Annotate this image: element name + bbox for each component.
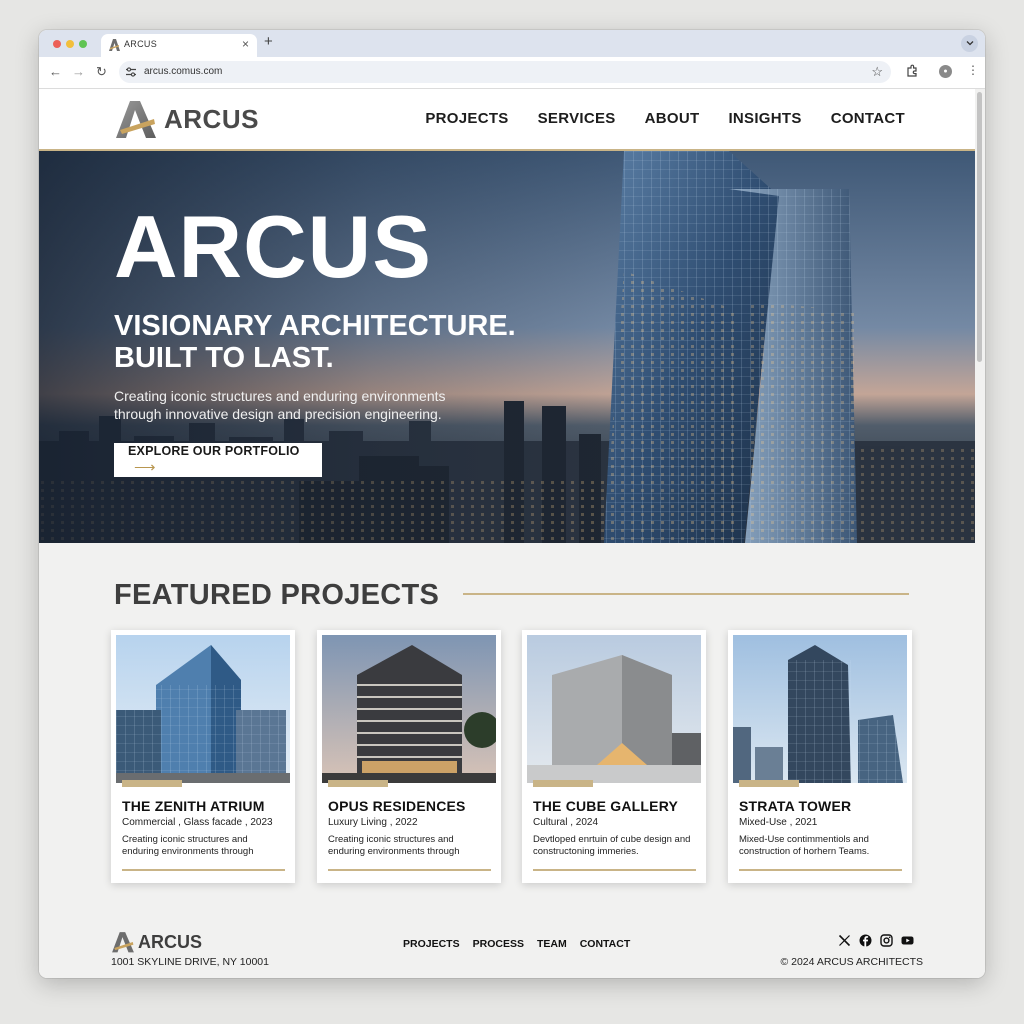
nav-contact[interactable]: CONTACT xyxy=(831,110,905,127)
profile-avatar[interactable]: ● xyxy=(939,65,952,78)
reload-button[interactable]: ↻ xyxy=(96,64,107,80)
project-title: THE CUBE GALLERY xyxy=(533,798,679,814)
copyright-text: © 2024 ARCUS ARCHITECTS xyxy=(780,956,923,968)
nav-insights[interactable]: INSIGHTS xyxy=(728,110,801,127)
card-divider xyxy=(533,869,696,871)
card-accent-bar xyxy=(122,780,182,787)
explore-portfolio-button[interactable]: EXPLORE OUR PORTFOLIO ⟶ xyxy=(114,443,322,477)
project-image-strata-tower xyxy=(733,635,907,783)
facebook-icon[interactable] xyxy=(859,934,872,947)
project-description: Mixed-Use contimmentiols and constructio… xyxy=(739,834,870,858)
project-meta: Commercial , Glass facade , 2023 xyxy=(122,817,273,828)
project-meta: Luxury Living , 2022 xyxy=(328,817,418,828)
project-cards: THE ZENITH ATRIUM Commercial , Glass fac… xyxy=(111,630,913,884)
arcus-favicon-icon xyxy=(109,39,120,51)
site-header: ARCUS PROJECTS SERVICES ABOUT INSIGHTS C… xyxy=(39,89,975,151)
close-window-button[interactable] xyxy=(53,40,61,48)
site-settings-icon[interactable] xyxy=(125,66,137,78)
nav-projects[interactable]: PROJECTS xyxy=(425,110,508,127)
tab-title: ARCUS xyxy=(124,39,158,49)
social-links xyxy=(838,934,914,947)
project-title: STRATA TOWER xyxy=(739,798,852,814)
project-card-cube-gallery[interactable]: THE CUBE GALLERY Cultural , 2024 Devtlop… xyxy=(522,630,706,883)
footer-nav: PROJECTS PROCESS TEAM CONTACT xyxy=(403,938,630,950)
card-divider xyxy=(328,869,491,871)
tab-strip: ARCUS × + xyxy=(39,30,985,57)
hero-tagline-line1: VISIONARY ARCHITECTURE. xyxy=(114,310,516,342)
hero-subtitle-line2: through innovative design and precision … xyxy=(114,405,442,422)
footer-nav-projects[interactable]: PROJECTS xyxy=(403,938,460,950)
browser-window: ARCUS × + ← → ↻ arcus.comus.com ☆ ● ⋮ AR… xyxy=(39,30,985,978)
cta-label: EXPLORE OUR PORTFOLIO xyxy=(128,444,300,458)
section-divider xyxy=(463,593,909,595)
card-divider xyxy=(122,869,285,871)
x-icon[interactable] xyxy=(838,934,851,947)
project-card-strata-tower[interactable]: STRATA TOWER Mixed-Use , 2021 Mixed-Use … xyxy=(728,630,912,883)
url-text[interactable]: arcus.comus.com xyxy=(144,66,222,77)
logo-wordmark: ARCUS xyxy=(164,103,259,134)
browser-toolbar: ← → ↻ arcus.comus.com ☆ ● ⋮ xyxy=(39,57,985,89)
card-accent-bar xyxy=(739,780,799,787)
site-logo[interactable]: ARCUS xyxy=(114,99,259,139)
youtube-icon[interactable] xyxy=(901,934,914,947)
project-image-opus-residences xyxy=(322,635,496,783)
minimize-window-button[interactable] xyxy=(66,40,74,48)
project-title: THE ZENITH ATRIUM xyxy=(122,798,265,814)
card-accent-bar xyxy=(328,780,388,787)
address-bar[interactable]: arcus.comus.com ☆ xyxy=(119,61,891,83)
arcus-logo-icon xyxy=(112,932,134,953)
browser-menu-icon[interactable]: ⋮ xyxy=(967,63,979,77)
project-description: Creating iconic structures and enduring … xyxy=(122,834,254,858)
project-meta: Cultural , 2024 xyxy=(533,817,599,828)
footer-nav-contact[interactable]: CONTACT xyxy=(580,938,631,950)
maximize-window-button[interactable] xyxy=(79,40,87,48)
project-image-cube-gallery xyxy=(527,635,701,783)
instagram-icon[interactable] xyxy=(880,934,893,947)
project-card-zenith-atrium[interactable]: THE ZENITH ATRIUM Commercial , Glass fac… xyxy=(111,630,295,883)
featured-projects-heading: FEATURED PROJECTS xyxy=(114,579,440,611)
back-button[interactable]: ← xyxy=(49,64,62,80)
footer-logo[interactable]: ARCUS xyxy=(111,931,202,953)
extensions-puzzle-icon[interactable] xyxy=(905,64,919,78)
nav-services[interactable]: SERVICES xyxy=(538,110,616,127)
card-divider xyxy=(739,869,902,871)
page-scrollbar[interactable] xyxy=(977,92,982,362)
card-accent-bar xyxy=(533,780,593,787)
main-nav: PROJECTS SERVICES ABOUT INSIGHTS CONTACT xyxy=(425,110,905,127)
project-image-zenith-atrium xyxy=(116,635,290,783)
hero-subtitle: Creating iconic structures and enduring … xyxy=(114,388,474,423)
hero-title: ARCUS xyxy=(114,197,432,296)
hero-subtitle-line1: Creating iconic structures and enduring … xyxy=(114,388,446,404)
project-card-opus-residences[interactable]: OPUS RESIDENCES Luxury Living , 2022 Cre… xyxy=(317,630,501,883)
browser-tab[interactable]: ARCUS × xyxy=(101,34,257,57)
arcus-logo-icon xyxy=(116,101,156,138)
forward-button[interactable]: → xyxy=(72,64,85,80)
footer-address: 1001 SKYLINE DRIVE, NY 10001 xyxy=(111,956,269,968)
bookmark-star-icon[interactable]: ☆ xyxy=(871,64,883,80)
hero-tagline-line2: BUILT TO LAST. xyxy=(114,341,334,374)
tab-close-icon[interactable]: × xyxy=(242,37,249,51)
hero-tagline: VISIONARY ARCHITECTURE. BUILT TO LAST. xyxy=(114,310,574,375)
new-tab-button[interactable]: + xyxy=(264,33,273,50)
page-viewport: ARCUS PROJECTS SERVICES ABOUT INSIGHTS C… xyxy=(39,89,985,978)
footer-nav-process[interactable]: PROCESS xyxy=(473,938,524,950)
project-description: Creating iconic structures and enduring … xyxy=(328,834,460,858)
arrow-right-icon: ⟶ xyxy=(134,459,156,476)
tab-search-button[interactable] xyxy=(961,35,978,52)
chevron-down-icon xyxy=(966,41,973,46)
project-meta: Mixed-Use , 2021 xyxy=(739,817,818,828)
nav-about[interactable]: ABOUT xyxy=(645,110,700,127)
footer-logo-wordmark: ARCUS xyxy=(138,931,203,952)
footer-nav-team[interactable]: TEAM xyxy=(537,938,567,950)
hero-section: ARCUS VISIONARY ARCHITECTURE. BUILT TO L… xyxy=(39,151,975,543)
project-description: Devtloped enrtuin of cube design and con… xyxy=(533,834,691,858)
project-title: OPUS RESIDENCES xyxy=(328,798,466,814)
